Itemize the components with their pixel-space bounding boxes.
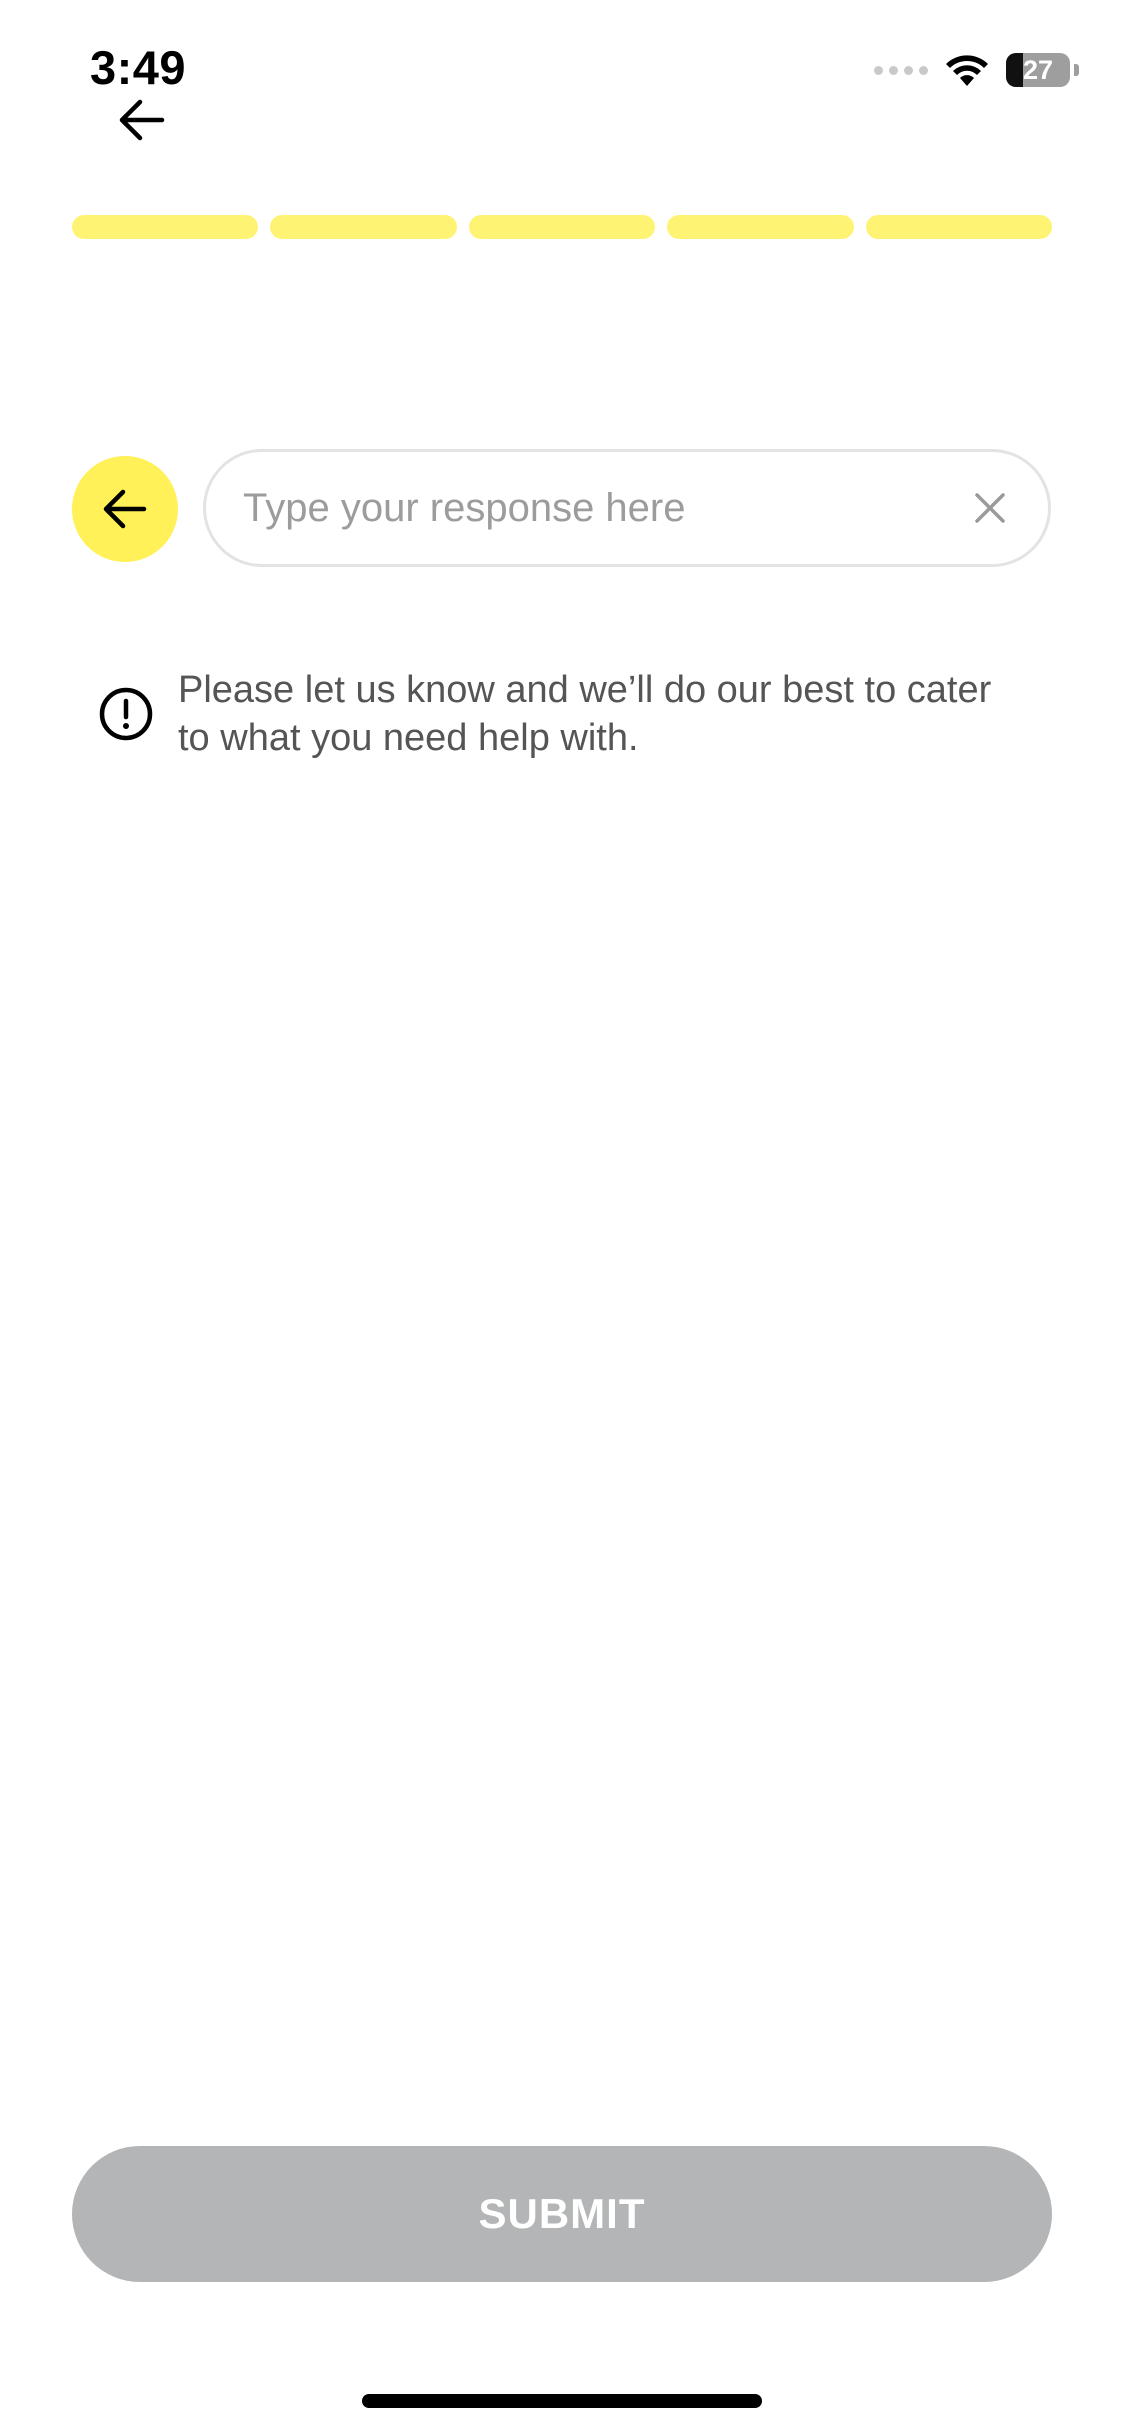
progress-segment bbox=[865, 215, 1053, 239]
progress-segment bbox=[667, 215, 854, 239]
battery-icon: 27 bbox=[1006, 53, 1070, 87]
submit-button[interactable]: SUBMIT bbox=[72, 2146, 1052, 2282]
response-field bbox=[203, 449, 1051, 567]
close-icon bbox=[975, 493, 1005, 523]
signal-dots-icon bbox=[874, 65, 928, 75]
info-text-line: to what you need help with. bbox=[178, 717, 639, 759]
status-time: 3:49 bbox=[90, 41, 187, 94]
battery-level: 27 bbox=[1022, 54, 1054, 85]
progress-segment bbox=[270, 215, 457, 239]
wifi-icon bbox=[946, 55, 988, 86]
home-indicator[interactable] bbox=[362, 2394, 762, 2408]
arrow-left-icon bbox=[119, 99, 165, 141]
status-icons: 27 bbox=[874, 50, 1079, 90]
progress-segment bbox=[468, 215, 656, 239]
previous-question-button[interactable] bbox=[72, 456, 178, 562]
arrow-left-icon bbox=[103, 489, 147, 529]
info-text-line: Please let us know and we’ll do our best… bbox=[178, 669, 992, 711]
info-text: Please let us know and we’ll do our best… bbox=[178, 666, 991, 762]
progress-bar bbox=[72, 215, 1053, 239]
response-input[interactable] bbox=[243, 485, 968, 531]
battery-tip bbox=[1074, 64, 1079, 76]
progress-segment bbox=[72, 215, 259, 239]
clear-button[interactable] bbox=[968, 486, 1012, 530]
info-note: Please let us know and we’ll do our best… bbox=[98, 666, 998, 762]
exclamation-circle-icon bbox=[99, 687, 153, 741]
submit-label: SUBMIT bbox=[478, 2190, 646, 2237]
nav-back-button[interactable] bbox=[118, 98, 166, 142]
